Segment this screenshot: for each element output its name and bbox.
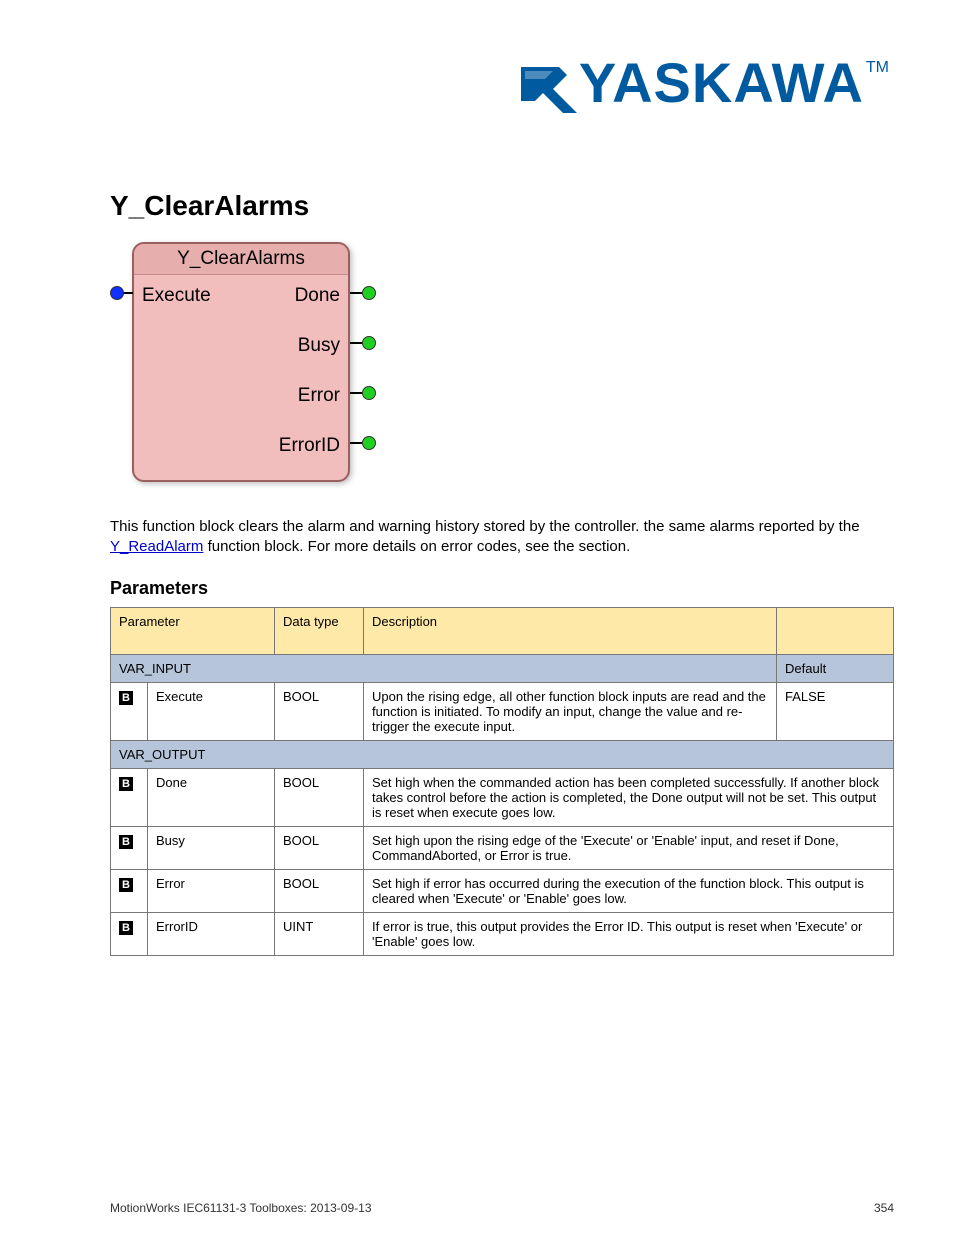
param-desc: If error is true, this output provides t… [364, 912, 894, 955]
group-default-header: Default [777, 654, 894, 682]
param-desc: Upon the rising edge, all other function… [364, 682, 777, 740]
param-name: Error [148, 869, 275, 912]
row-marker: B [111, 826, 148, 869]
desc-text: function block. For more details on erro… [208, 538, 579, 555]
row-marker: B [111, 768, 148, 826]
port-execute: Execute [142, 285, 211, 307]
footer-left: MotionWorks IEC61131-3 Toolboxes: 2013-0… [110, 1201, 372, 1215]
param-desc: Set high when the commanded action has b… [364, 768, 894, 826]
table-row: B Execute BOOL Upon the rising edge, all… [111, 682, 894, 740]
pin-stub [350, 442, 362, 444]
output-pin-icon [362, 336, 376, 350]
param-type: UINT [275, 912, 364, 955]
param-name: ErrorID [148, 912, 275, 955]
function-block-box: Y_ClearAlarms Execute Done Busy Error Er… [132, 242, 350, 482]
output-pin-icon [362, 386, 376, 400]
table-row: B Error BOOL Set high if error has occur… [111, 869, 894, 912]
page-title: Y_ClearAlarms [110, 190, 894, 222]
port-errorid: ErrorID [279, 435, 340, 457]
desc-text: This function block clears the alarm and… [110, 518, 860, 535]
param-default: FALSE [777, 682, 894, 740]
group-label: VAR_OUTPUT [111, 740, 894, 768]
footer-page-number: 354 [874, 1201, 894, 1215]
page: YASKAWA TM Y_ClearAlarms Y_ClearAlarms E… [0, 0, 954, 1235]
yaskawa-mark-icon [519, 55, 579, 115]
col-datatype: Data type [275, 607, 364, 654]
description-paragraph: This function block clears the alarm and… [110, 517, 894, 558]
col-parameter: Parameter [111, 607, 275, 654]
pin-stub [350, 392, 362, 394]
table-header-row: Parameter Data type Description [111, 607, 894, 654]
port-error: Error [298, 385, 340, 407]
col-description: Description [364, 607, 777, 654]
function-block-title: Y_ClearAlarms [134, 244, 348, 275]
param-type: BOOL [275, 826, 364, 869]
brand-name: YASKAWA [579, 55, 864, 111]
param-type: BOOL [275, 682, 364, 740]
parameters-table: Parameter Data type Description VAR_INPU… [110, 607, 894, 956]
port-done: Done [295, 285, 340, 307]
group-var-input: VAR_INPUT Default [111, 654, 894, 682]
pin-stub [350, 342, 362, 344]
desc-text: section. [579, 538, 631, 555]
function-block-diagram: Y_ClearAlarms Execute Done Busy Error Er… [110, 242, 380, 492]
pin-stub [350, 292, 362, 294]
param-desc: Set high upon the rising edge of the 'Ex… [364, 826, 894, 869]
page-footer: MotionWorks IEC61131-3 Toolboxes: 2013-0… [110, 1201, 894, 1215]
table-row: B Done BOOL Set high when the commanded … [111, 768, 894, 826]
function-block-body: Execute Done Busy Error ErrorID [134, 275, 348, 481]
param-type: BOOL [275, 768, 364, 826]
readAlarm-link[interactable]: Y_ReadAlarm [110, 538, 203, 555]
param-name: Execute [148, 682, 275, 740]
param-name: Done [148, 768, 275, 826]
col-default [777, 607, 894, 654]
row-marker: B [111, 912, 148, 955]
output-pin-icon [362, 436, 376, 450]
input-pin-icon [110, 286, 124, 300]
row-marker: B [111, 869, 148, 912]
group-var-output: VAR_OUTPUT [111, 740, 894, 768]
row-marker: B [111, 682, 148, 740]
param-name: Busy [148, 826, 275, 869]
group-label: VAR_INPUT [111, 654, 777, 682]
brand-logo: YASKAWA TM [519, 55, 889, 115]
trademark: TM [866, 59, 889, 77]
table-row: B Busy BOOL Set high upon the rising edg… [111, 826, 894, 869]
param-type: BOOL [275, 869, 364, 912]
param-desc: Set high if error has occurred during th… [364, 869, 894, 912]
port-busy: Busy [298, 335, 340, 357]
output-pin-icon [362, 286, 376, 300]
parameters-heading: Parameters [110, 578, 894, 599]
table-row: B ErrorID UINT If error is true, this ou… [111, 912, 894, 955]
